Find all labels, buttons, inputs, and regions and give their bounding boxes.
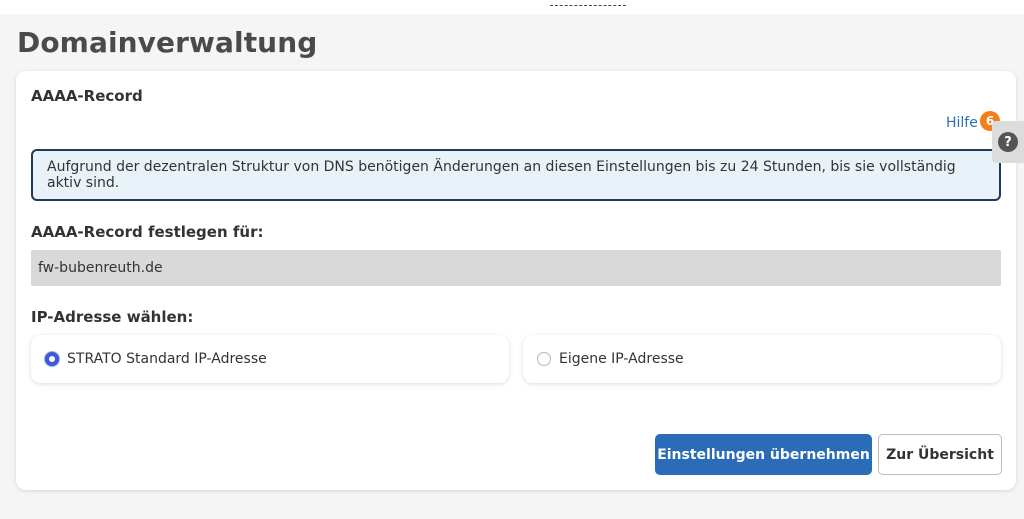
question-icon: ? (998, 132, 1018, 152)
section-title: AAAA-Record (31, 87, 143, 105)
radio-option-custom-ip[interactable]: Eigene IP-Adresse (523, 335, 1001, 383)
aaaa-record-card: AAAA-Record Hilfe 6 Aufgrund der dezentr… (16, 71, 1016, 490)
help-link[interactable]: Hilfe (946, 115, 978, 131)
radio-option-standard-ip[interactable]: STRATO Standard IP-Adresse (31, 335, 509, 383)
top-bar (0, 0, 1024, 14)
ip-label: IP-Adresse wählen: (31, 308, 194, 326)
radio-option-label: STRATO Standard IP-Adresse (67, 351, 267, 367)
domain-value: fw-bubenreuth.de (38, 260, 163, 276)
side-help-tab[interactable]: ? (992, 121, 1024, 163)
apply-settings-button[interactable]: Einstellungen übernehmen (655, 434, 872, 475)
radio-unchecked-icon[interactable] (537, 352, 551, 366)
radio-option-label: Eigene IP-Adresse (559, 351, 684, 367)
overview-button[interactable]: Zur Übersicht (878, 434, 1002, 475)
domain-field: fw-bubenreuth.de (31, 250, 1001, 286)
page-title: Domainverwaltung (17, 26, 318, 59)
info-notice-text: Aufgrund der dezentralen Struktur von DN… (47, 159, 956, 191)
info-notice: Aufgrund der dezentralen Struktur von DN… (31, 149, 1001, 201)
top-divider (550, 0, 626, 6)
radio-checked-icon[interactable] (45, 352, 59, 366)
domain-label: AAAA-Record festlegen für: (31, 223, 264, 241)
